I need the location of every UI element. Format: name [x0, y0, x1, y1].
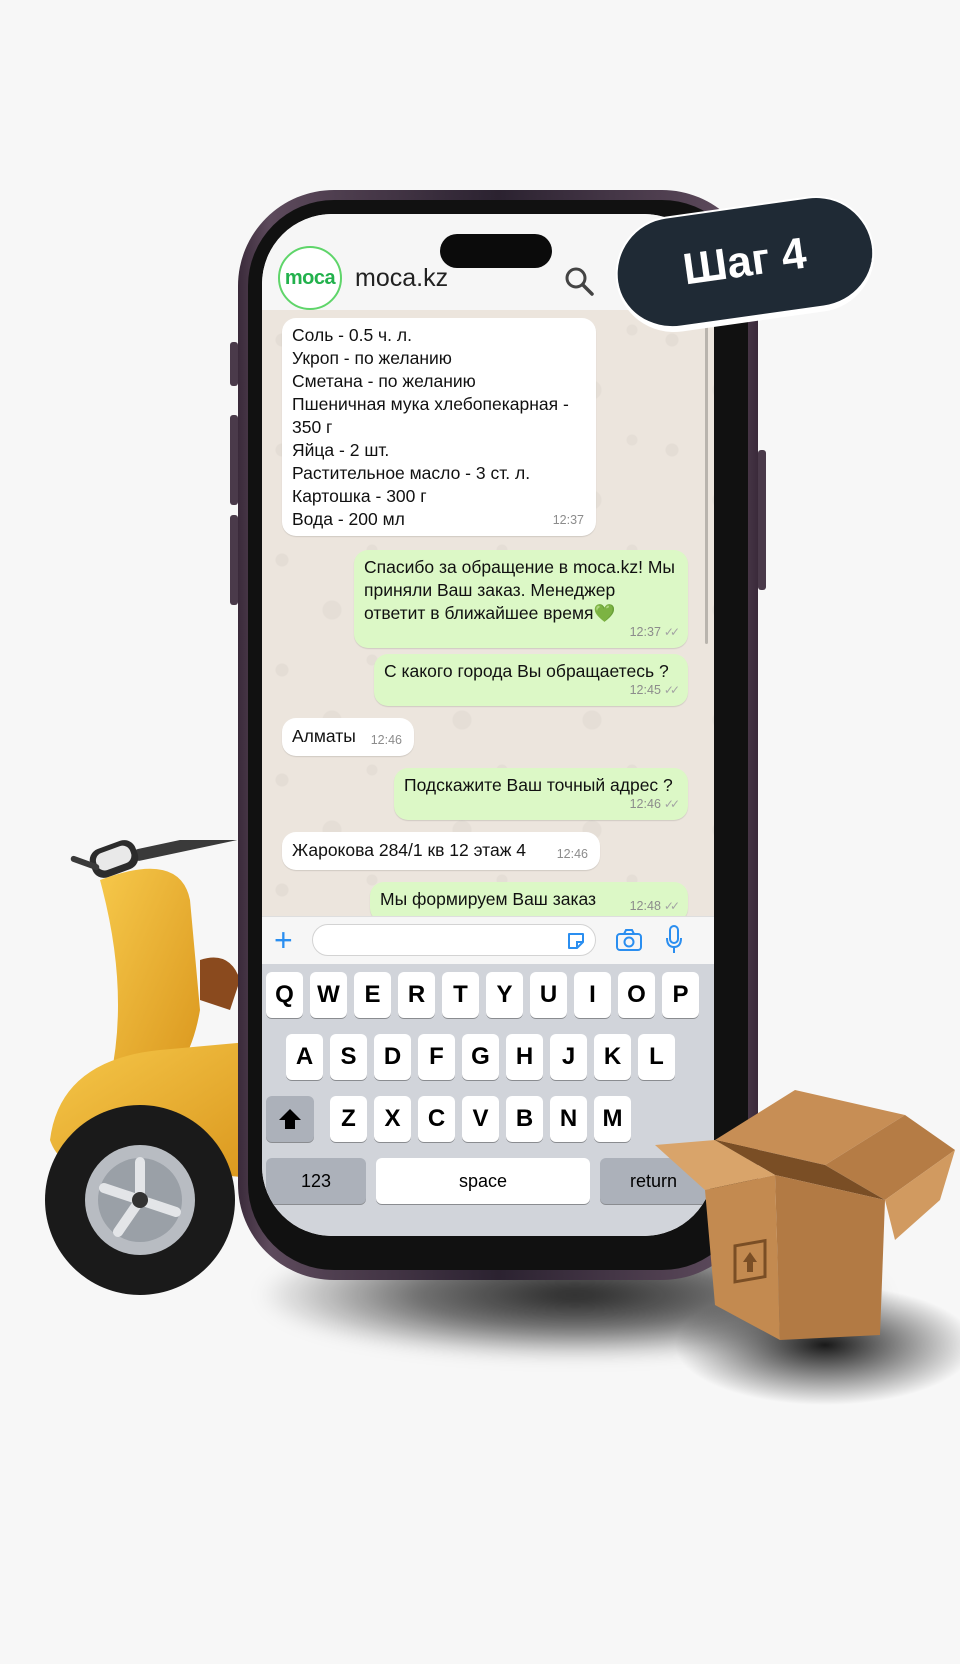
message-text: приняли Ваш заказ. Менеджер: [364, 580, 616, 600]
phone-screen: moca moca.kz Соль - 0.5 ч. л. Укроп - по…: [262, 214, 714, 1236]
key-j[interactable]: J: [550, 1034, 587, 1080]
message-outgoing[interactable]: Подскажите Ваш точный адрес ? 12:46 ✓✓: [394, 768, 688, 820]
chat-messages[interactable]: Соль - 0.5 ч. л. Укроп - по желанию Смет…: [262, 310, 714, 916]
message-text: Растительное масло - 3 ст. л.: [292, 463, 531, 483]
key-b[interactable]: B: [506, 1096, 543, 1142]
camera-icon[interactable]: [616, 929, 642, 951]
message-time: 12:45 ✓✓: [629, 683, 680, 697]
key-m[interactable]: M: [594, 1096, 631, 1142]
key-v[interactable]: V: [462, 1096, 499, 1142]
message-time: 12:37: [552, 513, 584, 527]
cardboard-box-illustration: [655, 1090, 960, 1405]
read-ticks-icon: ✓✓: [663, 625, 680, 639]
message-time: 12:46 ✓✓: [629, 797, 680, 811]
side-button: [230, 342, 238, 386]
key-i[interactable]: I: [574, 972, 611, 1018]
key-c[interactable]: C: [418, 1096, 455, 1142]
message-time: 12:48 ✓✓: [629, 899, 680, 913]
message-incoming[interactable]: Алматы 12:46: [282, 718, 414, 756]
key-w[interactable]: W: [310, 972, 347, 1018]
read-ticks-icon: ✓✓: [663, 899, 680, 913]
keyboard: Q W E R T Y U I O P A S D F G H J K L Z …: [262, 964, 714, 1236]
key-e[interactable]: E: [354, 972, 391, 1018]
key-a[interactable]: A: [286, 1034, 323, 1080]
scooter-illustration: [45, 840, 270, 1295]
key-l[interactable]: L: [638, 1034, 675, 1080]
dynamic-island: [440, 234, 552, 268]
key-p[interactable]: P: [662, 972, 699, 1018]
key-t[interactable]: T: [442, 972, 479, 1018]
volume-down-button: [230, 515, 238, 605]
numbers-key[interactable]: 123: [266, 1158, 366, 1204]
key-z[interactable]: Z: [330, 1096, 367, 1142]
key-g[interactable]: G: [462, 1034, 499, 1080]
message-text: Укроп - по желанию: [292, 348, 452, 368]
message-time: 12:46: [370, 733, 402, 747]
message-outgoing[interactable]: С какого города Вы обращаетесь ? 12:45 ✓✓: [374, 654, 688, 706]
key-y[interactable]: Y: [486, 972, 523, 1018]
green-heart-emoji: 💚: [593, 603, 616, 623]
key-d[interactable]: D: [374, 1034, 411, 1080]
search-icon[interactable]: [564, 266, 594, 296]
key-q[interactable]: Q: [266, 972, 303, 1018]
shift-key[interactable]: [266, 1096, 314, 1142]
contact-name[interactable]: moca.kz: [355, 264, 448, 293]
message-text: 350 г: [292, 417, 333, 437]
message-text: Соль - 0.5 ч. л.: [292, 325, 412, 345]
key-h[interactable]: H: [506, 1034, 543, 1080]
message-text: Сметана - по желанию: [292, 371, 476, 391]
key-s[interactable]: S: [330, 1034, 367, 1080]
sticker-icon[interactable]: [566, 931, 586, 951]
message-text: Яйца - 2 шт.: [292, 440, 390, 460]
key-n[interactable]: N: [550, 1096, 587, 1142]
key-k[interactable]: K: [594, 1034, 631, 1080]
message-incoming[interactable]: Жарокова 284/1 кв 12 этаж 4 12:46: [282, 832, 600, 870]
contact-avatar[interactable]: moca: [278, 246, 342, 310]
message-time: 12:37 ✓✓: [629, 625, 680, 639]
power-button: [758, 450, 766, 590]
message-outgoing[interactable]: Мы формируем Ваш заказ 12:48 ✓✓: [370, 882, 688, 916]
shift-icon: [279, 1109, 301, 1129]
message-text: Пшеничная мука хлебопекарная -: [292, 394, 569, 414]
message-input-bar: +: [262, 916, 714, 965]
message-text: Вода - 200 мл: [292, 509, 405, 529]
message-incoming[interactable]: Соль - 0.5 ч. л. Укроп - по желанию Смет…: [282, 318, 596, 536]
key-o[interactable]: O: [618, 972, 655, 1018]
plus-icon[interactable]: +: [274, 923, 298, 957]
key-u[interactable]: U: [530, 972, 567, 1018]
message-text: Картошка - 300 г: [292, 486, 427, 506]
message-input[interactable]: [312, 924, 596, 956]
volume-up-button: [230, 415, 238, 505]
message-text: Жарокова 284/1 кв 12 этаж 4: [292, 840, 527, 860]
key-x[interactable]: X: [374, 1096, 411, 1142]
key-r[interactable]: R: [398, 972, 435, 1018]
microphone-icon[interactable]: [666, 925, 682, 955]
message-text: Спасибо за обращение в moca.kz! Мы: [364, 557, 675, 577]
read-ticks-icon: ✓✓: [663, 797, 680, 811]
scrollbar[interactable]: [705, 326, 708, 644]
message-outgoing[interactable]: Спасибо за обращение в moca.kz! Мы приня…: [354, 550, 688, 648]
key-f[interactable]: F: [418, 1034, 455, 1080]
message-time: 12:46: [556, 847, 588, 861]
read-ticks-icon: ✓✓: [663, 683, 680, 697]
space-key[interactable]: space: [376, 1158, 590, 1204]
